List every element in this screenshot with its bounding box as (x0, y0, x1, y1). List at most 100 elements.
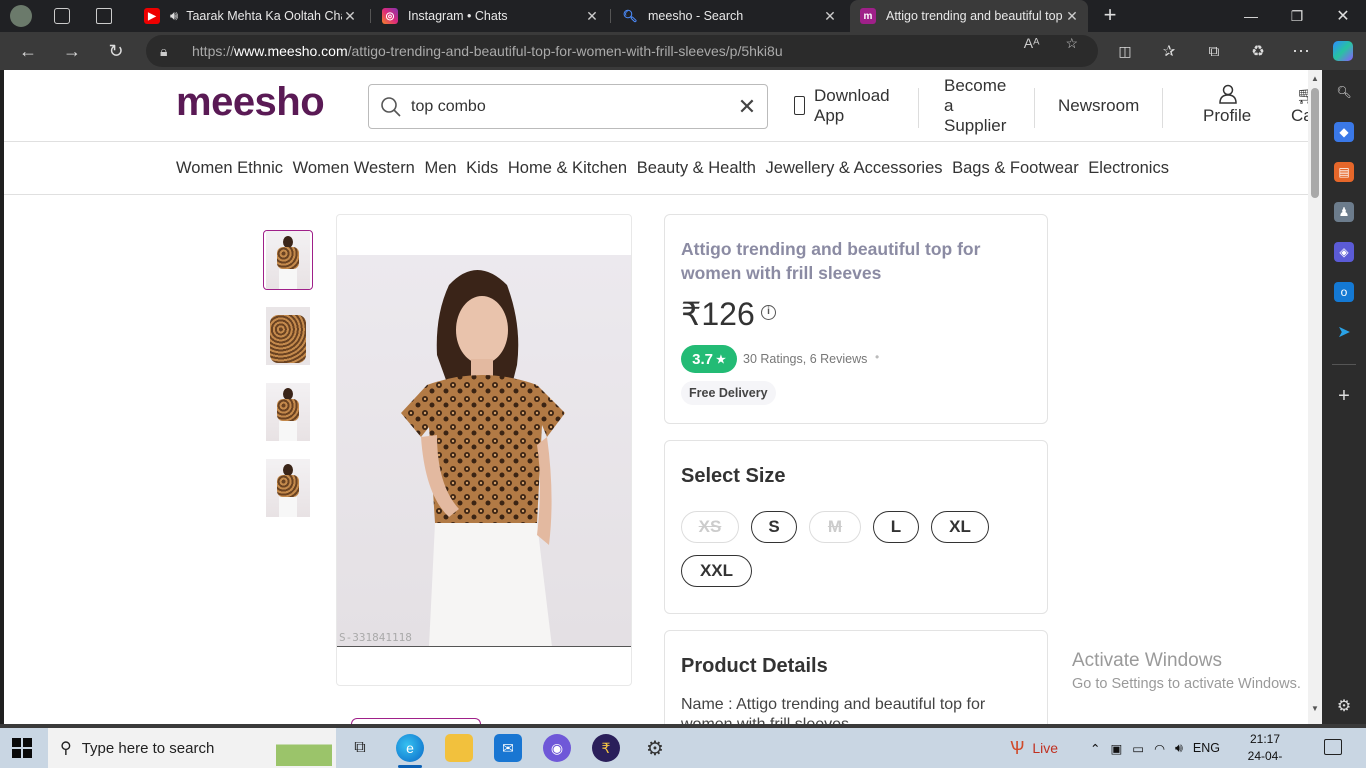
search-input[interactable]: top combo ✕ (368, 84, 768, 129)
more-menu-icon[interactable]: ⋯ (1286, 36, 1316, 66)
outlook-icon[interactable]: o (1334, 282, 1354, 302)
mail-icon[interactable]: ✉ (494, 734, 522, 762)
close-tab-icon[interactable]: ✕ (822, 8, 838, 25)
rating-count[interactable]: 30 Ratings, 6 Reviews (743, 352, 867, 366)
category-men[interactable]: Men (424, 159, 456, 177)
back-button[interactable]: ← (13, 36, 43, 66)
cart-icon: 🛒︎ (1296, 86, 1308, 105)
games-icon[interactable]: ♟ (1334, 202, 1354, 222)
lock-icon[interactable]: 🔒︎ (160, 43, 174, 60)
settings-icon[interactable]: ⚙ (641, 734, 669, 762)
tab-instagram[interactable]: ◎ Instagram • Chats ✕ (380, 0, 606, 32)
category-kids[interactable]: Kids (466, 159, 498, 177)
size-xs-button[interactable]: XS (681, 511, 739, 543)
free-delivery-badge: Free Delivery (681, 381, 776, 405)
tab-youtube[interactable]: ▶ 🔊︎ Taarak Mehta Ka Ooltah Chashmah ✕ (140, 0, 364, 32)
size-s-button[interactable]: S (751, 511, 797, 543)
rupee-app-icon[interactable]: ₹ (592, 734, 620, 762)
scroll-down-arrow[interactable]: ▼ (1310, 704, 1320, 713)
category-home-kitchen[interactable]: Home & Kitchen (508, 159, 627, 177)
become-supplier-link[interactable]: Become a Supplier (944, 74, 1024, 138)
new-tab-button[interactable]: + (1098, 4, 1122, 28)
restore-button[interactable]: ❐ (1274, 0, 1320, 32)
product-thumbnail[interactable] (263, 306, 313, 366)
category-beauty-health[interactable]: Beauty & Health (637, 159, 756, 177)
category-bags-footwear[interactable]: Bags & Footwear (952, 159, 1079, 177)
favorite-star-icon[interactable]: ☆ (1065, 35, 1078, 52)
taskbar-search-box[interactable]: ⚲ Type here to search (48, 728, 336, 768)
newsroom-link[interactable]: Newsroom (1058, 96, 1139, 116)
language-indicator[interactable]: ENG (1193, 741, 1220, 755)
copilot-icon[interactable] (1328, 36, 1358, 66)
size-xxl-button[interactable]: XXL (681, 555, 752, 587)
minimize-button[interactable]: — (1228, 0, 1274, 32)
size-m-button[interactable]: M (809, 511, 861, 543)
send-icon[interactable]: ➤ (1334, 322, 1354, 342)
supplier-line1: Become (944, 76, 1007, 95)
add-icon[interactable]: + (1334, 385, 1354, 407)
profile-button[interactable]: Profile (1200, 84, 1256, 128)
scroll-up-arrow[interactable]: ▲ (1310, 74, 1320, 83)
game-app-icon[interactable]: ◉ (543, 734, 571, 762)
system-clock[interactable]: 21:17 24-04-2024 (1236, 731, 1294, 768)
select-size-heading: Select Size (681, 465, 786, 487)
device-icon[interactable]: ▣ (1110, 741, 1122, 756)
file-explorer-icon[interactable] (445, 734, 473, 762)
notification-icon[interactable] (1324, 739, 1342, 755)
close-tab-icon[interactable]: ✕ (1064, 8, 1080, 25)
audio-icon[interactable]: 🔊︎ (170, 8, 178, 24)
cart-button[interactable]: 🛒︎ Cart (1288, 84, 1308, 128)
size-l-button[interactable]: L (873, 511, 919, 543)
download-app-link[interactable]: Download App (792, 84, 902, 128)
address-bar[interactable]: 🔒︎ https://www.meesho.com/attigo-trendin… (146, 35, 1098, 67)
search-icon[interactable]: 🔍︎ (1334, 82, 1354, 102)
close-tab-icon[interactable]: ✕ (584, 8, 600, 25)
category-women-western[interactable]: Women Western (293, 159, 415, 177)
tab-meesho-product[interactable]: m Attigo trending and beautiful top for … (850, 0, 1088, 32)
category-electronics[interactable]: Electronics (1088, 159, 1169, 177)
category-women-ethnic[interactable]: Women Ethnic (176, 159, 283, 177)
volume-icon[interactable]: 🔊︎ (1175, 741, 1183, 756)
chevron-up-icon[interactable]: ⌃ (1090, 741, 1100, 756)
profile-avatar[interactable] (10, 5, 32, 27)
battery-icon[interactable]: ▭ (1132, 741, 1144, 756)
scrollbar-thumb[interactable] (1311, 88, 1319, 198)
meesho-logo[interactable]: meesho (176, 80, 325, 125)
workspaces-icon[interactable] (54, 8, 70, 24)
forward-button[interactable]: → (57, 36, 87, 66)
toolbox-icon[interactable]: ▤ (1334, 162, 1354, 182)
category-bar: Women Ethnic Women Western Men Kids Home… (4, 142, 1308, 195)
edge-browser-icon[interactable]: e (396, 734, 424, 762)
page-scrollbar[interactable]: ▲ ▼ (1308, 70, 1322, 724)
task-view-icon[interactable]: ⧉ (346, 734, 374, 762)
product-thumbnail[interactable] (263, 230, 313, 290)
windows-start-icon[interactable] (12, 738, 32, 758)
settings-gear-icon[interactable]: ⚙ (1334, 696, 1354, 716)
close-window-button[interactable]: ✕ (1320, 0, 1366, 32)
extensions-icon[interactable]: ♻ (1243, 36, 1273, 66)
clear-search-icon[interactable]: ✕ (727, 94, 767, 120)
main-image-card: S-331841118 (336, 214, 632, 686)
collections-icon[interactable]: ⧉ (1199, 36, 1229, 66)
reload-button[interactable]: ↻ (101, 36, 131, 66)
read-aloud-icon[interactable]: Aᴬ (1024, 35, 1040, 52)
tab-actions-icon[interactable] (96, 8, 112, 24)
wifi-icon[interactable]: ◠ (1154, 741, 1165, 756)
live-widget[interactable]: Ѱ Live (1010, 728, 1058, 768)
product-thumbnail[interactable] (263, 458, 313, 518)
main-product-image[interactable]: S-331841118 (337, 255, 631, 647)
split-screen-icon[interactable]: ◫ (1110, 36, 1140, 66)
close-tab-icon[interactable]: ✕ (342, 8, 358, 25)
shopping-tag-icon[interactable]: ◆ (1334, 122, 1354, 142)
mobile-icon (794, 96, 805, 115)
tab-meesho-search[interactable]: 🔍︎ meesho - Search ✕ (620, 0, 844, 32)
favorites-icon[interactable]: ✰ (1154, 36, 1184, 66)
size-xl-button[interactable]: XL (931, 511, 989, 543)
product-thumbnail[interactable] (263, 382, 313, 442)
tab-separator (610, 9, 611, 23)
copilot-sidebar-icon[interactable]: ◈ (1334, 242, 1354, 262)
activate-windows-watermark: Activate Windows Go to Settings to activ… (1072, 650, 1301, 692)
category-jewellery-accessories[interactable]: Jewellery & Accessories (766, 159, 943, 177)
info-icon[interactable]: i (761, 305, 776, 320)
live-icon: Ѱ (1010, 737, 1025, 758)
